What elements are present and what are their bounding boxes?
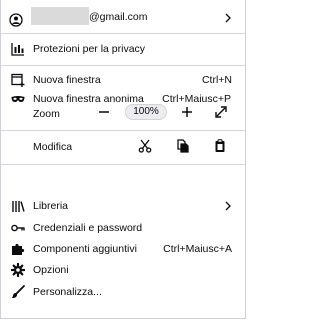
- gear-icon: [11, 263, 25, 277]
- logins-passwords-label: Credenziali e password: [33, 222, 143, 234]
- new-window-shortcut: Ctrl+N: [201, 74, 232, 86]
- zoom-label: Zoom: [33, 108, 60, 120]
- separator: [1, 164, 245, 165]
- new-window-label: Nuova finestra: [33, 74, 101, 86]
- edit-row: Modifica: [1, 136, 245, 156]
- puzzle-icon: [11, 242, 25, 256]
- library-icon: [11, 199, 25, 213]
- new-window-icon: [11, 73, 25, 87]
- options-label: Opzioni: [33, 264, 69, 276]
- privacy-protections-label: Protezioni per la privacy: [33, 43, 146, 55]
- new-window-item[interactable]: Nuova finestra Ctrl+N: [1, 70, 245, 90]
- brush-icon: [11, 285, 25, 299]
- copy-icon[interactable]: [175, 138, 191, 154]
- privacy-protections-item[interactable]: Protezioni per la privacy: [1, 39, 245, 59]
- key-icon: [11, 221, 25, 235]
- account-email: @gmail.com: [89, 11, 148, 23]
- zoom-row: Zoom: [1, 102, 245, 126]
- addons-shortcut: Ctrl+Maiusc+A: [163, 243, 232, 255]
- separator: [1, 65, 245, 66]
- library-item[interactable]: Libreria: [1, 196, 245, 216]
- fullscreen-icon[interactable]: [213, 104, 229, 120]
- app-menu-panel: @gmail.com Protezioni per la privacy Nuo…: [0, 0, 246, 319]
- chevron-right-icon: [225, 13, 231, 23]
- zoom-out-button[interactable]: [96, 104, 112, 120]
- scissors-icon[interactable]: [137, 138, 153, 154]
- options-item[interactable]: Opzioni: [1, 260, 245, 280]
- account-icon: [9, 13, 23, 27]
- privacy-dashboard-icon: [11, 42, 25, 56]
- customize-item[interactable]: Personalizza...: [1, 282, 245, 302]
- zoom-reset-button[interactable]: 100%: [125, 104, 167, 120]
- customize-label: Personalizza...: [33, 286, 102, 298]
- paste-icon[interactable]: [212, 138, 228, 154]
- chevron-right-icon: [225, 201, 231, 211]
- separator: [1, 33, 245, 34]
- library-label: Libreria: [33, 200, 69, 212]
- edit-label: Modifica: [33, 141, 73, 153]
- redacted-email-block: [31, 7, 89, 25]
- addons-item[interactable]: Componenti aggiuntivi Ctrl+Maiusc+A: [1, 239, 245, 259]
- zoom-in-button[interactable]: [179, 104, 195, 120]
- separator: [1, 130, 245, 131]
- logins-passwords-item[interactable]: Credenziali e password: [1, 218, 245, 238]
- addons-label: Componenti aggiuntivi: [33, 243, 137, 255]
